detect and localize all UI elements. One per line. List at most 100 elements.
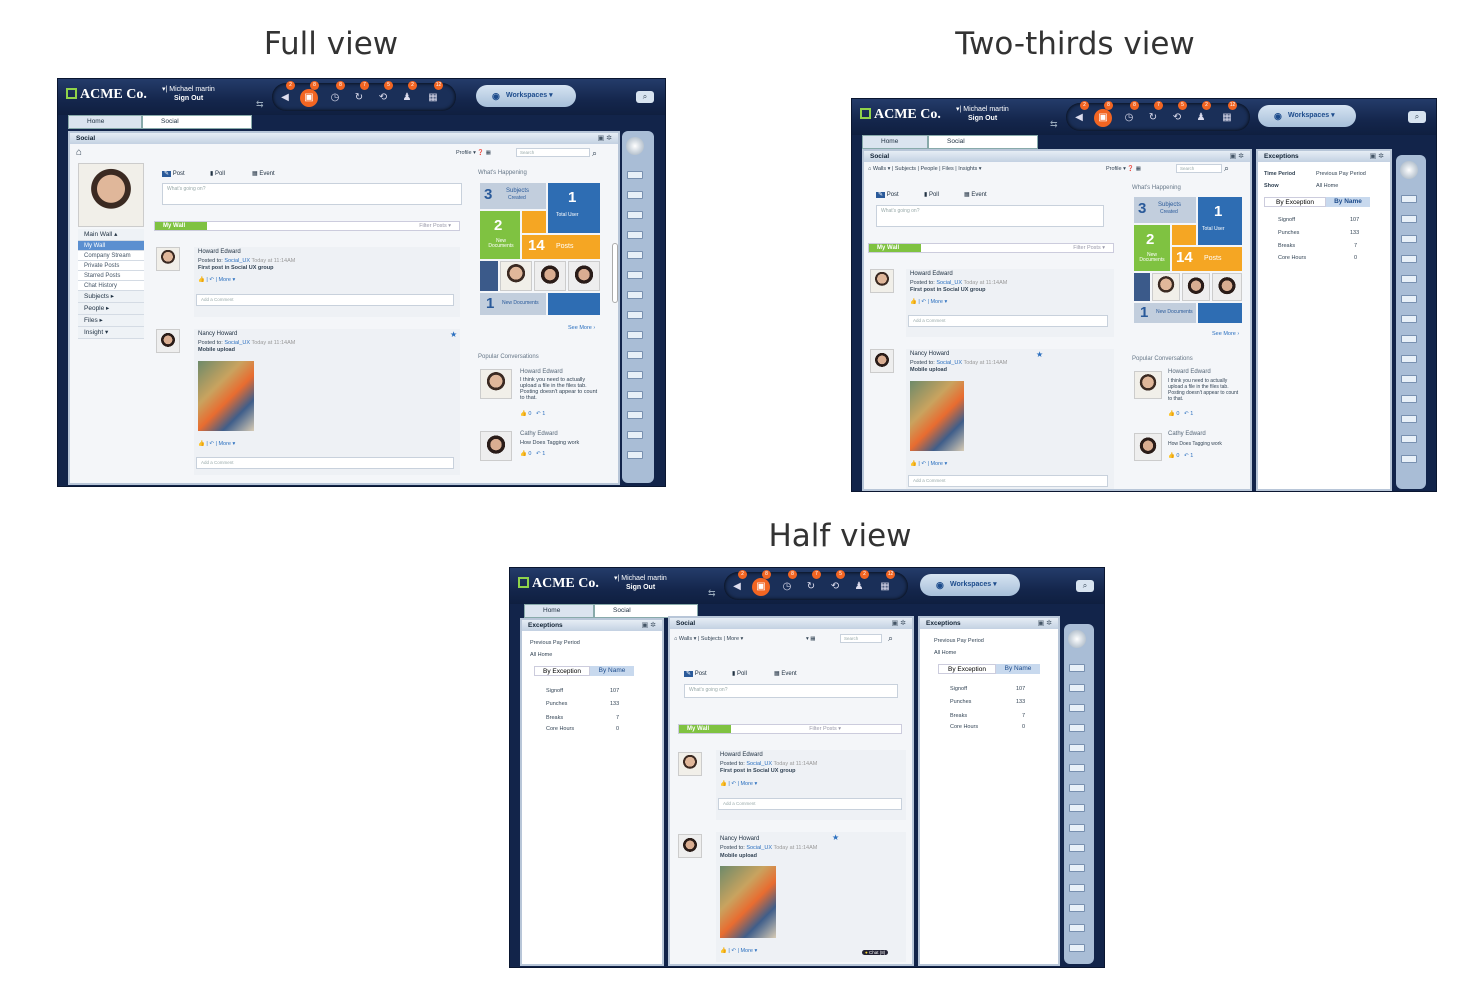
filter-posts[interactable]: Filter Posts ▾ (419, 222, 451, 230)
rail-button[interactable] (1069, 904, 1085, 912)
subjects-tile[interactable]: 3 Subjects Created (1134, 197, 1196, 223)
rail-button[interactable] (627, 171, 643, 179)
rail-button[interactable] (1401, 315, 1417, 323)
see-more-link[interactable]: See More › (1212, 331, 1239, 337)
rail-button[interactable] (1401, 195, 1417, 203)
rail-button[interactable] (1401, 415, 1417, 423)
panel-controls[interactable]: ▣ ✲ (1370, 151, 1384, 162)
my-wall-tab[interactable]: My Wall (869, 244, 921, 252)
globe-icon[interactable] (1400, 161, 1418, 179)
rail-button[interactable] (627, 271, 643, 279)
rail-button[interactable] (1401, 215, 1417, 223)
filter-posts[interactable]: Filter Posts ▾ (809, 725, 841, 733)
rail-button[interactable] (1069, 764, 1085, 772)
people-icon[interactable]: ♟ (852, 581, 866, 593)
search-icon[interactable]: ⌕ (592, 148, 597, 159)
rail-button[interactable] (1069, 864, 1085, 872)
rail-button[interactable] (1069, 684, 1085, 692)
post-author[interactable]: Nancy Howard (198, 331, 237, 337)
search-input[interactable]: Search (1176, 164, 1222, 173)
swap-icon[interactable]: ⇆ (1050, 119, 1058, 130)
posts-tile[interactable]: 14 Posts (522, 235, 600, 259)
star-icon[interactable]: ★ (832, 833, 839, 842)
history-icon[interactable]: ⟲ (376, 92, 390, 104)
conversation-avatar[interactable] (480, 369, 512, 399)
author-avatar[interactable] (156, 247, 180, 271)
sidebar-item-chat-history[interactable]: Chat History (78, 281, 144, 291)
conversation-avatar[interactable] (480, 431, 512, 461)
author-avatar[interactable] (678, 834, 702, 858)
panel-controls[interactable]: ▣ ✲ (1038, 618, 1052, 629)
conversation-author[interactable]: Cathy Edward (1168, 431, 1206, 437)
subjects-tile[interactable]: 3 Subjects Created (480, 183, 546, 209)
sidebar-group-subjects[interactable]: Subjects ▸ (78, 291, 144, 303)
clock-icon[interactable]: ◷ (780, 581, 794, 593)
rail-button[interactable] (1069, 944, 1085, 952)
author-avatar[interactable] (678, 752, 702, 776)
calendar-icon[interactable]: ▦ (426, 92, 440, 104)
rail-button[interactable] (627, 231, 643, 239)
status-input[interactable]: What's going on? (684, 684, 898, 698)
rail-button[interactable] (627, 191, 643, 199)
rail-button[interactable] (627, 331, 643, 339)
user-menu[interactable]: ▾| Michael martin Sign Out (162, 85, 215, 103)
clock-icon[interactable]: ◷ (328, 92, 342, 104)
rail-button[interactable] (1069, 664, 1085, 672)
globe-icon[interactable] (1068, 630, 1086, 648)
author-avatar[interactable] (156, 329, 180, 353)
post-button[interactable]: ✎ Post (684, 670, 707, 677)
rail-button[interactable] (1069, 824, 1085, 832)
sidebar-item-company-stream[interactable]: Company Stream (78, 251, 144, 261)
rail-button[interactable] (1069, 884, 1085, 892)
post-actions[interactable]: 👍 | ↶ | More ▾ (198, 277, 235, 283)
conversation-author[interactable]: Howard Edward (520, 369, 563, 375)
conversation-author[interactable]: Howard Edward (1168, 369, 1211, 375)
social-icon[interactable]: ▣ (752, 578, 770, 596)
search-icon[interactable]: ⌕ (1224, 163, 1229, 174)
calendar-icon[interactable]: ▦ (878, 581, 892, 593)
sidebar-group-insight[interactable]: Insight ▾ (78, 327, 144, 339)
rail-button[interactable] (1401, 295, 1417, 303)
member-avatar[interactable] (1182, 273, 1210, 301)
conversation-actions[interactable]: 👍 0 ↶ 1 (1168, 453, 1193, 459)
post-actions[interactable]: 👍 | ↶ | More ▾ (910, 461, 947, 467)
post-author[interactable]: Howard Edward (720, 752, 763, 758)
comment-input[interactable]: Add a Comment (908, 475, 1108, 487)
panel-controls[interactable]: ▣ ✲ (598, 133, 612, 144)
rail-button[interactable] (627, 291, 643, 299)
star-icon[interactable]: ★ (1036, 350, 1043, 359)
conversation-avatar[interactable] (1134, 433, 1162, 461)
tab-social[interactable]: Social (142, 115, 252, 129)
tab-social[interactable]: Social (928, 135, 1038, 149)
my-wall-tab[interactable]: My Wall (155, 222, 207, 230)
new-documents-tile-2[interactable]: 1 New Documents (1134, 303, 1196, 323)
rail-button[interactable] (627, 251, 643, 259)
new-documents-tile-2[interactable]: 1 New Documents (480, 293, 546, 315)
megaphone-icon[interactable]: ◀ (1072, 112, 1086, 124)
rail-button[interactable] (1401, 275, 1417, 283)
time-period-value[interactable]: Previous Pay Period (934, 638, 984, 644)
total-user-tile[interactable]: 1 Total User (548, 183, 600, 233)
sidebar-item-starred-posts[interactable]: Starred Posts (78, 271, 144, 281)
show-value[interactable]: All Home (1316, 183, 1338, 189)
rail-button[interactable] (627, 351, 643, 359)
post-author[interactable]: Howard Edward (910, 271, 953, 277)
author-avatar[interactable] (870, 349, 894, 373)
tab-home[interactable]: Home (68, 115, 142, 129)
home-icon[interactable]: ⌂ (76, 147, 82, 158)
member-photo[interactable] (480, 261, 498, 291)
sidebar-item-my-wall[interactable]: My Wall (78, 241, 144, 251)
sidebar-item-private-posts[interactable]: Private Posts (78, 261, 144, 271)
rail-button[interactable] (1069, 784, 1085, 792)
post-author[interactable]: Howard Edward (198, 249, 241, 255)
rail-button[interactable] (627, 211, 643, 219)
rail-button[interactable] (627, 311, 643, 319)
sign-out-link[interactable]: Sign Out (956, 114, 1009, 123)
my-wall-tab[interactable]: My Wall (679, 725, 731, 733)
globe-icon[interactable] (626, 137, 644, 155)
time-period-value[interactable]: Previous Pay Period (1316, 171, 1366, 177)
tab-by-exception[interactable]: By Exception (534, 666, 590, 676)
search-input[interactable]: Search (516, 148, 590, 157)
refresh-icon[interactable]: ↻ (804, 581, 818, 593)
post-author[interactable]: Nancy Howard (910, 351, 949, 357)
